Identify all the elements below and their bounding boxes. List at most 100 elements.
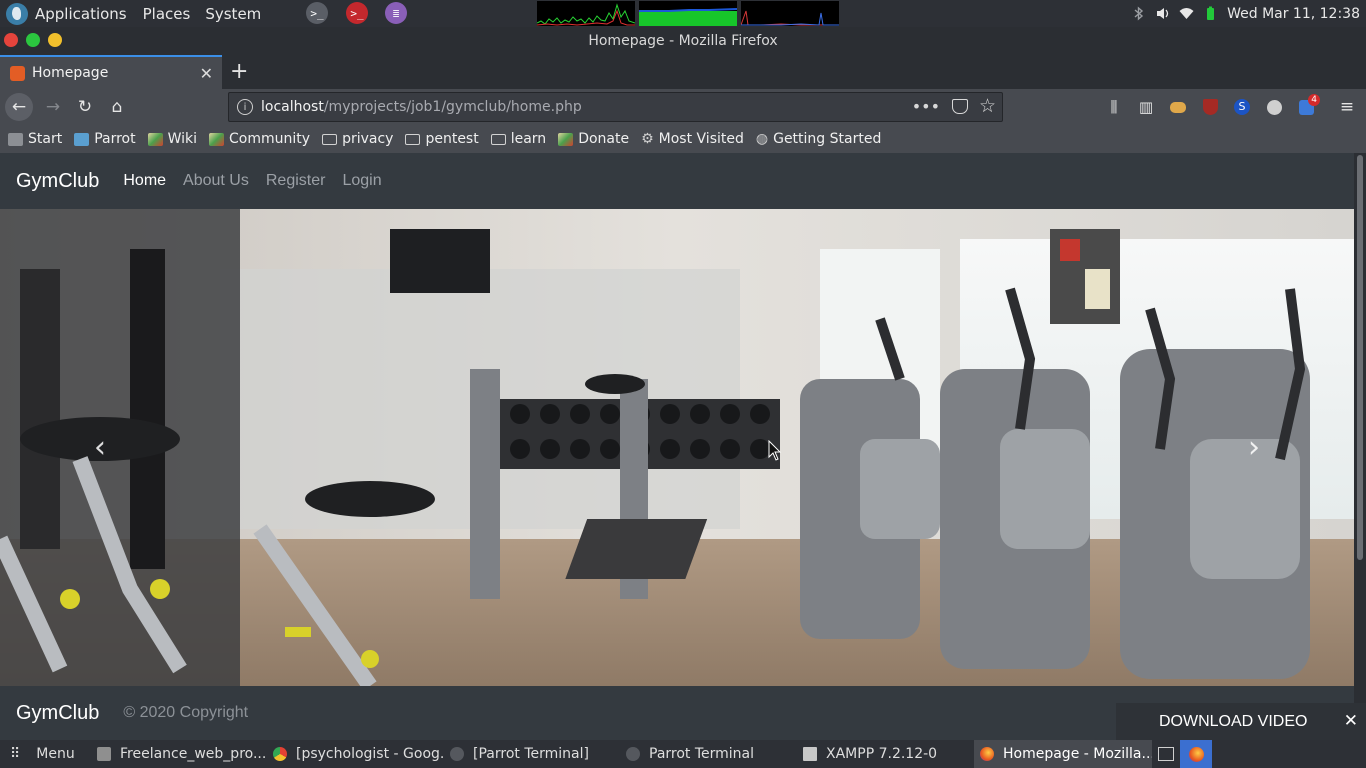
bookmark-start[interactable]: Start [8,131,62,147]
pocket-icon[interactable] [952,99,968,114]
site-info-icon[interactable]: i [237,99,253,115]
home-icon[interactable]: ⌂ [103,93,131,121]
bookmark-label: Wiki [167,131,198,147]
bookmark-folder-pentest[interactable]: pentest [405,131,479,147]
window-titlebar: Homepage - Mozilla Firefox [0,27,1366,55]
bookmark-getting-started[interactable]: ◍ Getting Started [756,131,881,147]
task-label: Homepage - Mozilla... [1003,746,1152,762]
hero-carousel: ‹ › [0,209,1354,686]
extension-notify-icon[interactable]: 4 [1292,93,1320,121]
bookmark-label: Donate [578,131,630,147]
task-label: Parrot Terminal [649,746,755,762]
wifi-icon[interactable] [1179,6,1194,21]
parrot-favicon-icon [74,132,90,146]
nav-link-login[interactable]: Login [342,172,381,190]
bluetooth-icon[interactable] [1131,6,1146,21]
folder-icon [405,133,421,145]
ublock-origin-icon[interactable] [1196,93,1224,121]
bookmark-community[interactable]: Community [209,131,310,147]
task-firefox-homepage[interactable]: Homepage - Mozilla... [974,740,1152,768]
task-label: [Parrot Terminal] [473,746,589,762]
web-page-viewport: GymClub Home About Us Register Login ‹ ›… [0,153,1354,740]
extension-s-icon[interactable]: S [1228,93,1256,121]
task-parrot-terminal-1[interactable]: [Parrot Terminal] [450,740,620,768]
scrollbar-thumb[interactable] [1357,155,1363,560]
bookmark-parrot[interactable]: Parrot [74,131,136,147]
text-editor-launcher-icon[interactable]: ≣ [385,2,407,24]
tray-firefox-icon[interactable] [1180,740,1212,768]
nav-link-register[interactable]: Register [266,172,326,190]
bookmarks-toolbar: Start Parrot Wiki Community privacy pent… [0,125,1366,153]
bookmark-label: Start [28,131,63,147]
applications-menu-label: Applications [35,4,127,23]
close-popup-icon[interactable]: ✕ [1344,711,1358,731]
taskbar-menu-button[interactable]: ⠿ Menu [10,740,75,768]
bookmark-folder-privacy[interactable]: privacy [322,131,393,147]
reload-icon[interactable]: ↻ [71,93,99,121]
nav-link-home[interactable]: Home [123,172,166,190]
account-icon[interactable] [1260,93,1288,121]
bottom-taskbar: ⠿ Menu Freelance_web_pro... [psychologis… [0,740,1366,768]
extension-mask-icon[interactable] [1164,93,1192,121]
site-brand[interactable]: GymClub [16,170,99,193]
tray-window-list-icon[interactable] [1158,747,1174,761]
download-video-label[interactable]: DOWNLOAD VIDEO [1159,713,1307,731]
download-video-popup[interactable]: DOWNLOAD VIDEO ✕ [1116,703,1366,740]
globe-icon: ◍ [755,131,769,147]
bookmark-wiki[interactable]: Wiki [147,131,198,147]
tab-homepage[interactable]: Homepage ✕ [0,55,222,89]
back-arrow-icon[interactable]: ← [5,93,33,121]
bookmark-donate[interactable]: Donate [558,131,629,147]
places-menu-label: Places [142,4,191,23]
parrot-logo-icon [6,2,28,25]
clock[interactable]: Wed Mar 11, 12:38 [1227,6,1360,22]
task-chrome[interactable]: [psychologist - Goog... [273,740,445,768]
places-menu[interactable]: Places [136,0,200,27]
url-path: /myprojects/job1/gymclub/home.php [323,99,582,115]
maximize-window-button[interactable] [26,33,40,47]
mouse-cursor-icon [768,440,782,461]
app-grid-icon: ⠿ [10,746,21,762]
minimize-window-button[interactable] [48,33,62,47]
donate-favicon-icon [558,132,574,146]
xampp-favicon-icon [10,65,25,81]
bookmark-folder-learn[interactable]: learn [490,131,546,147]
task-parrot-terminal-2[interactable]: Parrot Terminal [626,740,796,768]
hamburger-menu-icon[interactable]: ≡ [1333,93,1361,121]
applications-menu[interactable]: Applications [0,0,136,27]
task-xampp[interactable]: XAMPP 7.2.12-0 [803,740,973,768]
close-tab-icon[interactable]: ✕ [200,64,213,83]
system-menu-label: System [205,4,262,23]
bookmark-label: Community [229,131,311,147]
terminal-icon [626,747,640,761]
window-title: Homepage - Mozilla Firefox [588,33,778,49]
volume-icon[interactable] [1155,6,1170,21]
tab-strip: Homepage ✕ + [0,55,1366,89]
task-label: [psychologist - Goog... [296,746,445,762]
terminal-icon [450,747,464,761]
notification-badge: 4 [1308,94,1320,106]
bookmark-most-visited[interactable]: ⚙ Most Visited [641,131,744,147]
system-tray: Wed Mar 11, 12:38 [1131,0,1360,27]
page-scrollbar[interactable] [1354,153,1366,740]
nav-link-about-us[interactable]: About Us [183,172,249,190]
close-window-button[interactable] [4,33,18,47]
system-menu[interactable]: System [199,0,270,27]
carousel-next-icon[interactable]: › [1154,209,1354,686]
root-terminal-launcher-icon[interactable]: >_ [346,2,368,24]
cpu-monitor-graph [537,1,635,26]
forward-arrow-icon[interactable]: → [39,93,67,121]
page-actions-icon[interactable]: ••• [912,97,940,116]
wiki-favicon-icon [147,132,163,146]
battery-icon[interactable] [1203,6,1218,21]
terminal-launcher-icon[interactable]: >_ [306,2,328,24]
sidebar-icon[interactable]: ▥ [1132,93,1160,121]
bookmark-label: Most Visited [658,131,744,147]
library-icon[interactable]: ⫼ [1100,93,1128,121]
address-bar[interactable]: i localhost/myprojects/job1/gymclub/home… [228,92,1003,122]
task-freelance-folder[interactable]: Freelance_web_pro... [97,740,267,768]
bookmark-label: Parrot [94,131,136,147]
new-tab-icon[interactable]: + [230,59,248,84]
carousel-prev-icon[interactable]: ‹ [0,209,200,686]
bookmark-star-icon[interactable]: ☆ [979,95,996,117]
